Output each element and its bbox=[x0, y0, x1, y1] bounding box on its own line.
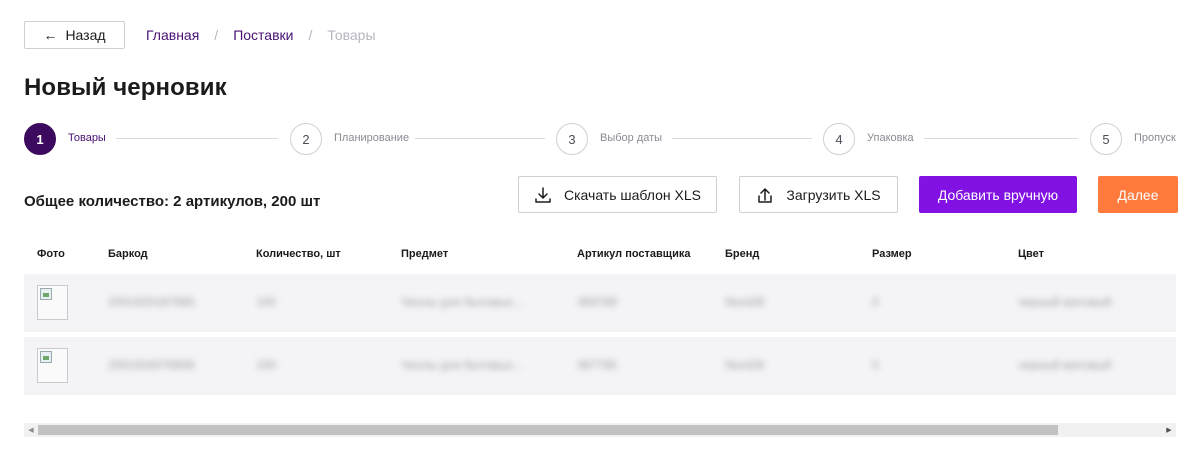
cell-subject: Чехлы для бытовых... bbox=[401, 358, 523, 372]
cell-color: черный матовый bbox=[1018, 295, 1112, 309]
arrow-left-icon: ← bbox=[43, 27, 58, 43]
next-button[interactable]: Далее bbox=[1098, 176, 1178, 213]
scrollbar-thumb[interactable] bbox=[38, 425, 1058, 435]
cell-barcode: 2001916078906 bbox=[108, 358, 195, 372]
cell-subject: Чехлы для бытовых... bbox=[401, 295, 523, 309]
goods-table: Фото Баркод Количество, шт Предмет Артик… bbox=[24, 236, 1176, 400]
breadcrumb-item-home[interactable]: Главная bbox=[146, 27, 199, 43]
scroll-right-arrow-icon[interactable]: ▶ bbox=[1162, 423, 1176, 437]
cell-color: черный матовый bbox=[1018, 358, 1112, 372]
column-header-quantity: Количество, шт bbox=[256, 248, 341, 260]
product-photo[interactable] bbox=[37, 348, 68, 383]
broken-image-icon bbox=[40, 288, 52, 300]
cell-size: 0 bbox=[872, 358, 879, 372]
cell-article: 369789 bbox=[577, 295, 618, 309]
scroll-left-arrow-icon[interactable]: ◀ bbox=[24, 423, 38, 437]
step-1-number[interactable]: 1 bbox=[24, 123, 56, 155]
cell-brand: Nord28 bbox=[725, 295, 765, 309]
step-connector bbox=[116, 138, 278, 139]
step-2-number[interactable]: 2 bbox=[290, 123, 322, 155]
product-photo[interactable] bbox=[37, 285, 68, 320]
table-row[interactable]: 2001920187685 100 Чехлы для бытовых... 3… bbox=[24, 274, 1176, 332]
step-1-label[interactable]: Товары bbox=[68, 132, 106, 144]
cell-barcode: 2001920187685 bbox=[108, 295, 195, 309]
back-button-label: Назад bbox=[65, 27, 106, 43]
breadcrumb-separator: / bbox=[214, 27, 219, 43]
back-button[interactable]: ← Назад bbox=[24, 21, 125, 49]
add-manually-button[interactable]: Добавить вручную bbox=[919, 176, 1077, 213]
step-2-label[interactable]: Планирование bbox=[334, 132, 409, 144]
breadcrumb-item-supplies[interactable]: Поставки bbox=[233, 27, 293, 43]
stepper: 1 Товары 2 Планирование 3 Выбор даты 4 У… bbox=[24, 123, 1200, 155]
cell-quantity: 100 bbox=[256, 295, 277, 309]
breadcrumb-item-goods: Товары bbox=[327, 27, 376, 43]
cell-article: 367785 bbox=[577, 358, 618, 372]
download-icon bbox=[534, 186, 552, 204]
download-template-label: Скачать шаблон XLS bbox=[564, 186, 701, 203]
step-4-label[interactable]: Упаковка bbox=[867, 132, 914, 144]
breadcrumb: Главная / Поставки / Товары bbox=[146, 27, 376, 43]
table-row[interactable]: 2001916078906 100 Чехлы для бытовых... 3… bbox=[24, 337, 1176, 395]
step-connector bbox=[672, 138, 812, 139]
cell-quantity: 100 bbox=[256, 358, 277, 372]
step-5-label[interactable]: Пропуск bbox=[1134, 132, 1176, 144]
step-connector bbox=[924, 138, 1078, 139]
step-3-label[interactable]: Выбор даты bbox=[600, 132, 662, 144]
broken-image-icon bbox=[40, 351, 52, 363]
step-5-number[interactable]: 5 bbox=[1090, 123, 1122, 155]
column-header-brand: Бренд bbox=[725, 248, 760, 260]
column-header-barcode: Баркод bbox=[108, 248, 148, 260]
column-header-photo: Фото bbox=[37, 248, 65, 260]
column-header-subject: Предмет bbox=[401, 248, 449, 260]
horizontal-scrollbar[interactable]: ◀ ▶ bbox=[24, 423, 1176, 437]
download-template-button[interactable]: Скачать шаблон XLS bbox=[518, 176, 717, 213]
step-4-number[interactable]: 4 bbox=[823, 123, 855, 155]
cell-brand: Nord28 bbox=[725, 358, 765, 372]
column-header-color: Цвет bbox=[1018, 248, 1045, 260]
table-header: Фото Баркод Количество, шт Предмет Артик… bbox=[24, 236, 1176, 274]
column-header-article: Артикул поставщика bbox=[577, 248, 691, 260]
total-summary: Общее количество: 2 артикулов, 200 шт bbox=[24, 193, 321, 210]
page-title: Новый черновик bbox=[24, 74, 227, 101]
breadcrumb-separator: / bbox=[308, 27, 313, 43]
step-connector bbox=[415, 138, 545, 139]
column-header-size: Размер bbox=[872, 248, 912, 260]
step-3-number[interactable]: 3 bbox=[556, 123, 588, 155]
upload-xls-button[interactable]: Загрузить XLS bbox=[739, 176, 898, 213]
upload-xls-label: Загрузить XLS bbox=[786, 186, 881, 203]
cell-size: 0 bbox=[872, 295, 879, 309]
upload-icon bbox=[756, 186, 774, 204]
